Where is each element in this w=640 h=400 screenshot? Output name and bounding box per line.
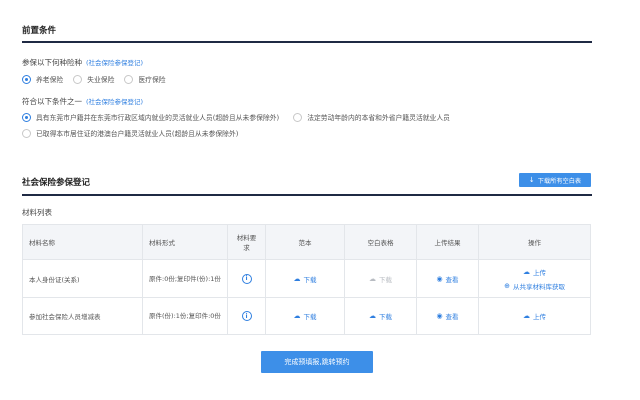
table-row: 本人身份证(关系) 原件:0份;复印件(份):1份 i ☁ 下载 ☁ 下载 ◉ 查看 … <box>23 260 590 298</box>
radio-checked-icon <box>22 112 31 122</box>
blank-download-link[interactable]: ☁ 下载 <box>369 311 392 321</box>
header-result: 上传结果 <box>417 225 479 259</box>
section-title-registration: 社会保险参保登记 <box>22 178 91 188</box>
sample-download-link[interactable]: ☁ 下载 <box>294 274 317 284</box>
blank-cell: ☁ 下载 <box>345 298 417 334</box>
action-cell: ☁ 上传 ⊕ 从共享材料库获取 <box>479 260 590 297</box>
radio-pension[interactable]: 养老保险 <box>22 74 63 84</box>
link-label: 从共享材料库获取 <box>512 282 565 291</box>
conditions-label: 符合以下条件之一 (社会保险参保登记) <box>22 96 143 107</box>
requirement-cell: i <box>228 298 266 334</box>
view-result-link[interactable]: ◉ 查看 <box>436 311 458 321</box>
view-result-link[interactable]: ◉ 查看 <box>436 274 458 284</box>
radio-unchecked-icon <box>124 74 134 84</box>
eye-icon: ◉ <box>436 274 443 283</box>
sample-download-link[interactable]: ☁ 下载 <box>294 311 317 321</box>
header-blank: 空白表格 <box>345 225 417 259</box>
header-sample: 范本 <box>266 225 345 259</box>
radio-checked-icon <box>22 74 31 84</box>
sample-cell: ☁ 下载 <box>266 298 345 334</box>
insurance-type-text: 参保以下何种险种 <box>22 58 82 67</box>
cloud-download-icon: ☁ <box>369 274 376 283</box>
link-label: 下载 <box>379 275 392 284</box>
radio-condition-2[interactable]: 法定劳动年龄内的本省和外省户籍灵活就业人员 <box>293 112 450 122</box>
header-action: 操作 <box>528 239 541 247</box>
radio-unchecked-icon <box>73 74 83 84</box>
radio-label: 养老保险 <box>36 76 64 84</box>
sample-cell: ☁ 下载 <box>266 260 345 297</box>
link-label: 上传 <box>533 313 546 321</box>
radio-medical[interactable]: 医疗保险 <box>124 74 166 84</box>
radio-label: 具有东莞市户籍并在东莞市行政区域内就业的灵活就业人员(超龄且从未参保除外) <box>36 114 280 122</box>
requirement-cell: i <box>228 260 266 297</box>
download-icon: ↓ <box>528 176 535 184</box>
link-label: 下载 <box>379 313 392 321</box>
radio-label: 医疗保险 <box>138 76 166 84</box>
conditions-text: 符合以下条件之一 <box>22 97 82 106</box>
action-cell: ☁ 上传 <box>479 298 590 334</box>
table-row: 参加社会保险人员增减表 原件(份):1份;复印件:0份 i ☁ 下载 ☁ 下载 ◉ 查… <box>23 298 590 334</box>
radio-condition-1[interactable]: 具有东莞市户籍并在东莞市行政区域内就业的灵活就业人员(超龄且从未参保除外) <box>22 112 279 122</box>
radio-label: 已取得本市居住证的港澳台户籍灵活就业人员(超龄且从未参保除外) <box>36 130 239 138</box>
cloud-download-icon: ☁ <box>369 312 376 320</box>
link-label: 查看 <box>445 275 459 284</box>
table-header-row: 材料名称 材料形式 材料要求 范本 空白表格 上传结果 操作 <box>23 225 590 260</box>
header-form: 材料形式 <box>143 225 228 259</box>
radio-label: 失业保险 <box>87 76 115 84</box>
conditions-link[interactable]: (社会保险参保登记) <box>86 98 143 106</box>
section-divider <box>22 41 592 43</box>
radio-condition-3[interactable]: 已取得本市居住证的港澳台户籍灵活就业人员(超龄且从未参保除外) <box>22 128 238 138</box>
action-stack: ☁ 上传 ⊕ 从共享材料库获取 <box>504 267 565 291</box>
insurance-type-link[interactable]: (社会保险参保登记) <box>86 59 143 67</box>
insurance-type-label: 参保以下何种险种 (社会保险参保登记) <box>22 57 143 68</box>
section-divider <box>22 194 592 196</box>
insurance-type-radios: 养老保险 失业保险 医疗保险 <box>22 74 176 84</box>
upload-link[interactable]: ☁ 上传 <box>523 267 546 277</box>
radio-label: 法定劳动年龄内的本省和外省户籍灵活就业人员 <box>307 114 450 122</box>
radio-unchecked-icon <box>22 128 31 138</box>
material-name: 参加社会保险人员增减表 <box>23 298 143 334</box>
download-all-label: 下载所有空白表 <box>537 177 582 185</box>
conditions-radios-row2: 已取得本市居住证的港澳台户籍灵活就业人员(超龄且从未参保除外) <box>22 128 248 138</box>
section-title-preconditions: 前置条件 <box>22 26 57 36</box>
radio-unchecked-icon <box>293 112 303 122</box>
materials-list-label: 材料列表 <box>22 208 52 217</box>
link-label: 查看 <box>445 313 459 321</box>
result-cell: ◉ 查看 <box>417 298 479 334</box>
shared-library-link[interactable]: ⊕ 从共享材料库获取 <box>504 281 565 291</box>
cloud-upload-icon: ☁ <box>523 312 530 320</box>
link-label: 下载 <box>303 275 317 284</box>
material-name: 本人身份证(关系) <box>23 260 143 297</box>
cloud-upload-icon: ☁ <box>523 267 530 276</box>
blank-download-link-disabled: ☁ 下载 <box>369 274 392 284</box>
cloud-download-icon: ☁ <box>293 312 301 320</box>
info-icon[interactable]: i <box>241 311 252 321</box>
submit-prefill-button[interactable]: 完成预填报,跳转预约 <box>261 351 373 373</box>
upload-link[interactable]: ☁ 上传 <box>523 311 546 321</box>
eye-icon: ◉ <box>436 312 443 320</box>
link-label: 下载 <box>303 313 317 321</box>
result-cell: ◉ 查看 <box>417 260 479 297</box>
materials-table: 材料名称 材料形式 材料要求 范本 空白表格 上传结果 操作 本人身份证(关系)… <box>22 224 591 335</box>
blank-cell: ☁ 下载 <box>345 260 417 297</box>
header-requirement: 材料要求 <box>228 225 266 259</box>
radio-unemployment[interactable]: 失业保险 <box>73 74 114 84</box>
shared-library-icon: ⊕ <box>504 281 510 290</box>
cloud-download-icon: ☁ <box>293 274 301 283</box>
header-name: 材料名称 <box>23 225 143 259</box>
material-form: 原件(份):1份;复印件:0份 <box>143 298 228 334</box>
material-form: 原件:0份;复印件(份):1份 <box>143 260 228 297</box>
info-icon[interactable]: i <box>241 273 252 284</box>
download-all-blank-button[interactable]: ↓ 下载所有空白表 <box>519 173 591 187</box>
link-label: 上传 <box>533 268 546 277</box>
conditions-radios-row1: 具有东莞市户籍并在东莞市行政区域内就业的灵活就业人员(超龄且从未参保除外) 法定… <box>22 112 460 122</box>
